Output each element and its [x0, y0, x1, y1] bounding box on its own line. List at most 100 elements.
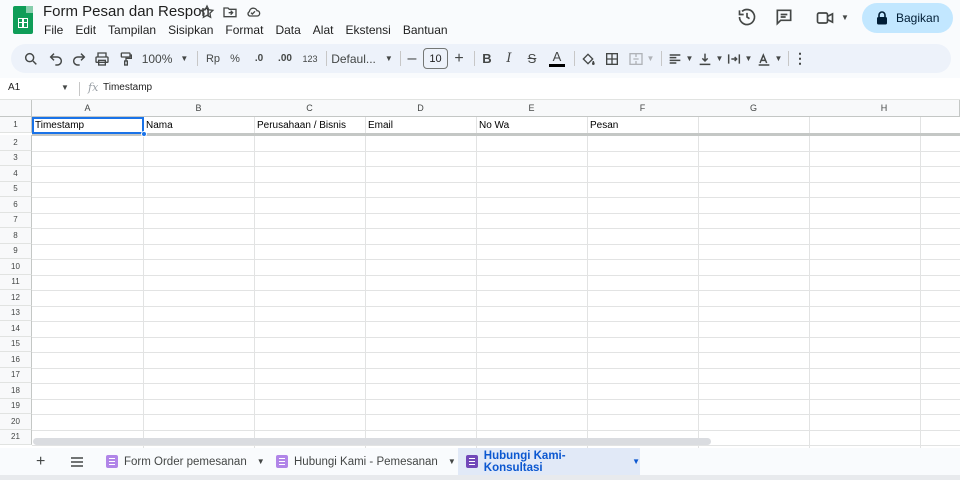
- sheets-logo-icon[interactable]: [13, 6, 33, 34]
- name-box[interactable]: A1: [8, 82, 20, 93]
- meet-dropdown-icon[interactable]: ▼: [841, 13, 849, 22]
- row-header-13[interactable]: 13: [0, 305, 32, 321]
- font-family-select[interactable]: Defaul... ▼: [331, 44, 393, 73]
- row-header-20[interactable]: 20: [0, 414, 32, 430]
- all-sheets-button[interactable]: [62, 448, 86, 475]
- row-header-16[interactable]: 16: [0, 352, 32, 368]
- zoom-select[interactable]: 100% ▼: [141, 44, 189, 73]
- row-header-11[interactable]: 11: [0, 274, 32, 290]
- comments-icon[interactable]: [774, 7, 794, 27]
- more-formats-button[interactable]: 123: [299, 44, 321, 73]
- formula-input[interactable]: Timestamp: [103, 82, 152, 93]
- redo-button[interactable]: [69, 44, 89, 73]
- document-title[interactable]: Form Pesan dan Respon: [43, 3, 210, 20]
- currency-format-button[interactable]: Rp: [203, 44, 223, 73]
- cell-h1[interactable]: [810, 117, 921, 133]
- cell-g1[interactable]: [699, 117, 810, 133]
- row-header-7[interactable]: 7: [0, 212, 32, 228]
- row-gridline: [32, 166, 960, 167]
- column-header-c[interactable]: C: [254, 100, 366, 117]
- row-header-8[interactable]: 8: [0, 228, 32, 244]
- cell-b1[interactable]: Nama: [144, 117, 255, 133]
- rotation-dropdown-icon: ▼: [774, 54, 783, 63]
- cell-c1[interactable]: Perusahaan / Bisnis: [255, 117, 366, 133]
- row-header-5[interactable]: 5: [0, 181, 32, 197]
- font-size-input[interactable]: 10: [423, 48, 448, 69]
- row-header-6[interactable]: 6: [0, 197, 32, 213]
- menu-format[interactable]: Format: [225, 23, 263, 37]
- bold-button[interactable]: B: [478, 44, 496, 73]
- more-options-icon[interactable]: ⋮: [792, 44, 808, 73]
- column-header-h[interactable]: H: [809, 100, 960, 117]
- row-header-4[interactable]: 4: [0, 166, 32, 182]
- row-header-17[interactable]: 17: [0, 367, 32, 383]
- paint-format-button[interactable]: [116, 44, 136, 73]
- row-header-10[interactable]: 10: [0, 259, 32, 275]
- tab-dropdown-icon[interactable]: ▼: [632, 457, 640, 466]
- sheet-tab-hubungi-konsultasi[interactable]: Hubungi Kami-Konsultasi ▼: [458, 448, 640, 475]
- print-button[interactable]: [92, 44, 112, 73]
- column-header-a[interactable]: A: [32, 100, 144, 117]
- merge-cells-button[interactable]: ▼: [627, 44, 655, 73]
- star-icon[interactable]: [199, 4, 215, 20]
- menu-help[interactable]: Bantuan: [403, 23, 448, 37]
- menu-file[interactable]: File: [44, 23, 63, 37]
- row-header-9[interactable]: 9: [0, 243, 32, 259]
- horizontal-scrollbar[interactable]: [33, 438, 711, 445]
- sheet-tab-form-order[interactable]: Form Order pemesanan ▼: [98, 448, 266, 475]
- cell-e1[interactable]: No Wa: [477, 117, 588, 133]
- menu-data[interactable]: Data: [275, 23, 300, 37]
- column-header-f[interactable]: F: [587, 100, 699, 117]
- select-all-corner[interactable]: [0, 100, 32, 117]
- name-box-dropdown-icon[interactable]: ▼: [61, 83, 69, 92]
- vertical-align-button[interactable]: ▼: [696, 44, 724, 73]
- italic-button[interactable]: I: [500, 44, 518, 73]
- strikethrough-button[interactable]: S: [523, 44, 541, 73]
- increase-decimal-button[interactable]: .00: [273, 44, 297, 73]
- column-header-b[interactable]: B: [143, 100, 255, 117]
- undo-button[interactable]: [46, 44, 66, 73]
- add-sheet-button[interactable]: +: [34, 448, 54, 475]
- cell-d1[interactable]: Email: [366, 117, 477, 133]
- menu-edit[interactable]: Edit: [75, 23, 96, 37]
- fill-handle[interactable]: [141, 131, 147, 137]
- cloud-status-icon[interactable]: [245, 4, 261, 20]
- cell-f1[interactable]: Pesan: [588, 117, 699, 133]
- row-header-3[interactable]: 3: [0, 150, 32, 166]
- version-history-icon[interactable]: [737, 7, 757, 27]
- decrease-font-size-button[interactable]: –: [405, 44, 419, 73]
- decrease-decimal-button[interactable]: .0: [248, 44, 270, 73]
- text-rotation-button[interactable]: ▼: [755, 44, 783, 73]
- row-header-15[interactable]: 15: [0, 336, 32, 352]
- frozen-row-divider[interactable]: [32, 133, 960, 136]
- spreadsheet-grid[interactable]: ABCDEFGH 1 2 3 4 5 6 7 8 9 10 11 12 13 14 15 16 17 18 19 20…: [0, 100, 960, 448]
- row-header-21[interactable]: 21: [0, 429, 32, 445]
- menu-insert[interactable]: Sisipkan: [168, 23, 213, 37]
- increase-font-size-button[interactable]: +: [451, 44, 467, 73]
- move-folder-icon[interactable]: [222, 4, 238, 20]
- text-wrapping-button[interactable]: ▼: [725, 44, 753, 73]
- row-header-14[interactable]: 14: [0, 321, 32, 337]
- meet-video-icon[interactable]: [815, 8, 835, 28]
- column-header-d[interactable]: D: [365, 100, 477, 117]
- share-button[interactable]: Bagikan: [862, 3, 953, 33]
- row-header-18[interactable]: 18: [0, 383, 32, 399]
- column-header-g[interactable]: G: [698, 100, 810, 117]
- tab-dropdown-icon[interactable]: ▼: [448, 457, 456, 466]
- percent-format-button[interactable]: %: [226, 44, 244, 73]
- sheet-tab-hubungi-pemesanan[interactable]: Hubungi Kami - Pemesanan ▼: [268, 448, 456, 475]
- borders-button[interactable]: [602, 44, 622, 73]
- row-header-2[interactable]: 2: [0, 135, 32, 151]
- row-header-1[interactable]: 1: [0, 117, 32, 133]
- column-header-e[interactable]: E: [476, 100, 588, 117]
- fill-color-button[interactable]: [578, 44, 598, 73]
- horizontal-align-button[interactable]: ▼: [666, 44, 694, 73]
- text-color-button[interactable]: A: [546, 44, 568, 73]
- menu-tools[interactable]: Alat: [313, 23, 334, 37]
- row-header-12[interactable]: 12: [0, 290, 32, 306]
- tab-dropdown-icon[interactable]: ▼: [257, 457, 265, 466]
- menu-view[interactable]: Tampilan: [108, 23, 156, 37]
- menu-extensions[interactable]: Ekstensi: [345, 23, 390, 37]
- row-header-19[interactable]: 19: [0, 398, 32, 414]
- search-menus-button[interactable]: [21, 44, 41, 73]
